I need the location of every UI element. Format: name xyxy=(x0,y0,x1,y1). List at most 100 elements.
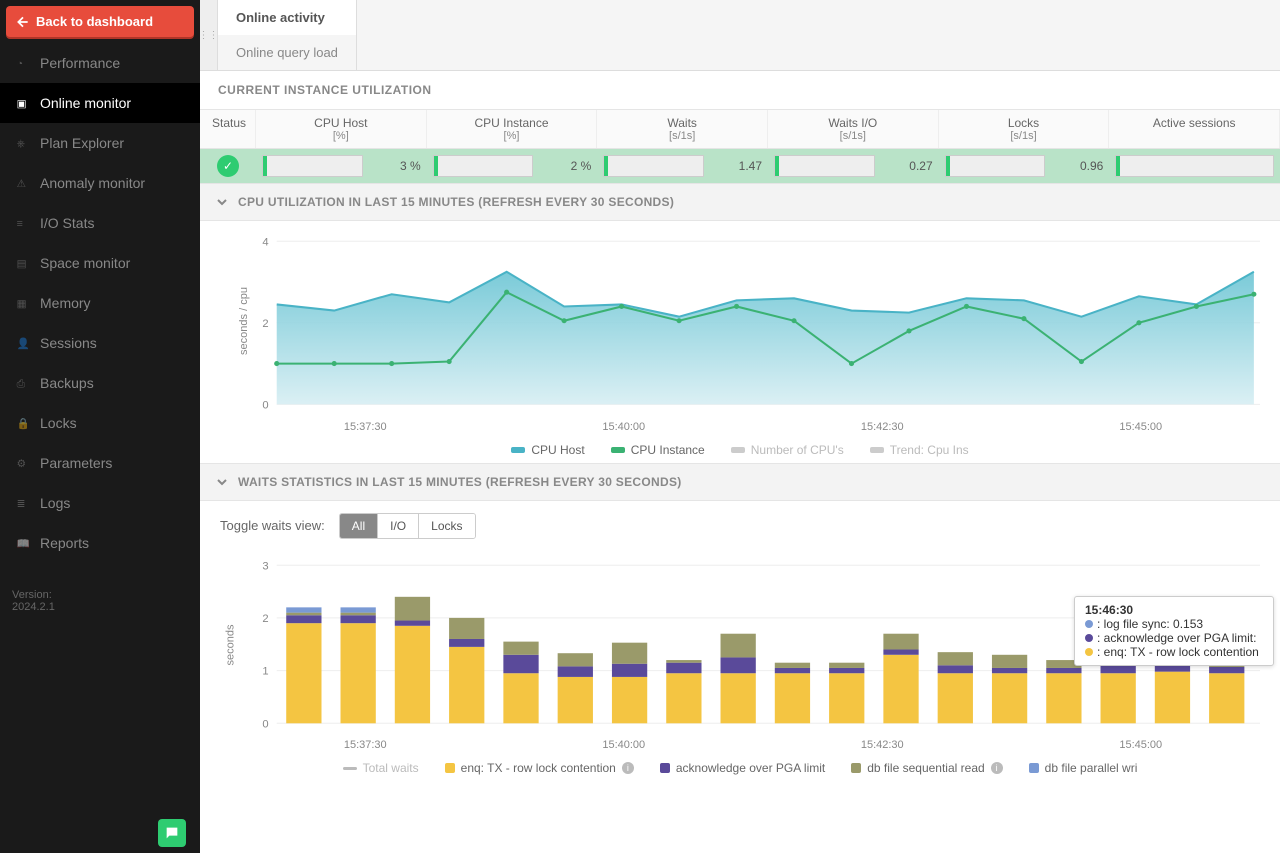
cpu-chart: seconds / cpu 024 xyxy=(200,221,1280,421)
sidebar-item-space-monitor[interactable]: ▤Space monitor xyxy=(0,243,200,283)
nav-icon: ⚠ xyxy=(14,175,30,191)
cpu-section-header[interactable]: CPU UTILIZATION IN LAST 15 MINUTES (REFR… xyxy=(200,183,1280,221)
legend-item[interactable]: CPU Host xyxy=(511,443,584,457)
svg-text:📖: 📖 xyxy=(17,538,30,550)
back-arrow-icon xyxy=(16,15,30,29)
legend-item[interactable]: acknowledge over PGA limit xyxy=(660,761,825,775)
legend-item[interactable]: db file sequential readi xyxy=(851,761,1002,775)
main-content: ⋮⋮ Online activityOnline query load CURR… xyxy=(200,0,1280,853)
waits-xticks: 15:37:3015:40:0015:42:3015:45:00 xyxy=(236,739,1270,751)
svg-text:👤: 👤 xyxy=(17,337,30,350)
waits-cell: 1.47 xyxy=(597,155,768,177)
util-header-cell: CPU Host[%] xyxy=(256,110,427,148)
chart-tooltip: 15:46:30 : log file sync: 0.153: acknowl… xyxy=(1074,596,1274,666)
chat-icon xyxy=(164,825,180,841)
util-header-row: StatusCPU Host[%]CPU Instance[%]Waits[s/… xyxy=(200,109,1280,149)
cpu-instance-cell: 2 % xyxy=(427,155,598,177)
cpu-host-cell: 3 % xyxy=(256,155,427,177)
util-header-cell: Active sessions xyxy=(1109,110,1280,148)
cpu-xticks: 15:37:3015:40:0015:42:3015:45:00 xyxy=(236,421,1270,433)
util-value-row: ✓ 3 % 2 % 1.47 0.27 0.96 xyxy=(200,149,1280,183)
waits-toggle-group: AllI/OLocks xyxy=(339,513,476,539)
util-header-cell: Status xyxy=(200,110,256,148)
nav-icon: ⎙ xyxy=(14,375,30,391)
status-ok-icon: ✓ xyxy=(217,155,239,177)
tab-bar: ⋮⋮ Online activityOnline query load xyxy=(200,0,1280,71)
tab-collapse-handle[interactable]: ⋮⋮ xyxy=(200,0,218,70)
sidebar-item-plan-explorer[interactable]: ⎈Plan Explorer xyxy=(0,123,200,163)
svg-text:⎈: ⎈ xyxy=(17,138,26,150)
waits-toggle-i-o[interactable]: I/O xyxy=(378,514,419,538)
nav-icon: ▤ xyxy=(14,255,30,271)
util-header-cell: CPU Instance[%] xyxy=(427,110,598,148)
svg-text:▦: ▦ xyxy=(17,298,27,310)
svg-text:⎙: ⎙ xyxy=(17,378,26,390)
svg-text:▣: ▣ xyxy=(17,98,27,110)
util-header-cell: Waits I/O[s/1s] xyxy=(768,110,939,148)
nav-icon: 📖 xyxy=(14,535,30,551)
waits-legend: Total waits enq: TX - row lock contention… xyxy=(200,751,1280,781)
svg-text:3: 3 xyxy=(262,560,268,572)
nav-icon: ⎈ xyxy=(14,135,30,151)
nav-icon: ⚙ xyxy=(14,455,30,471)
sidebar-item-reports[interactable]: 📖Reports xyxy=(0,523,200,563)
waits-io-cell: 0.27 xyxy=(768,155,939,177)
svg-text:◔: ◔ xyxy=(17,58,23,70)
svg-text:0: 0 xyxy=(262,718,268,730)
info-icon: i xyxy=(991,762,1003,774)
svg-text:⚠: ⚠ xyxy=(17,178,27,190)
legend-item[interactable]: CPU Instance xyxy=(611,443,705,457)
waits-toggle-all[interactable]: All xyxy=(340,514,378,538)
tab-online-activity[interactable]: Online activity xyxy=(218,0,357,35)
locks-cell: 0.96 xyxy=(939,155,1110,177)
svg-text:4: 4 xyxy=(262,236,268,248)
nav-icon: 👤 xyxy=(14,335,30,351)
svg-text:⚙: ⚙ xyxy=(17,458,27,470)
nav-icon: 🔒 xyxy=(14,415,30,431)
svg-text:🔒: 🔒 xyxy=(17,418,30,430)
waits-section-header[interactable]: WAITS STATISTICS IN LAST 15 MINUTES (REF… xyxy=(200,463,1280,501)
sidebar-item-sessions[interactable]: 👤Sessions xyxy=(0,323,200,363)
waits-toggle-locks[interactable]: Locks xyxy=(419,514,474,538)
sidebar-item-backups[interactable]: ⎙Backups xyxy=(0,363,200,403)
chevron-down-icon xyxy=(214,474,230,490)
sidebar-item-logs[interactable]: ≣Logs xyxy=(0,483,200,523)
legend-item[interactable]: Number of CPU's xyxy=(731,443,844,457)
sidebar-item-performance[interactable]: ◔Performance xyxy=(0,43,200,83)
nav-icon: ▦ xyxy=(14,295,30,311)
legend-item[interactable]: Trend: Cpu Ins xyxy=(870,443,969,457)
sidebar-item-memory[interactable]: ▦Memory xyxy=(0,283,200,323)
sidebar-item-online-monitor[interactable]: ▣Online monitor xyxy=(0,83,200,123)
version-info: Version: 2024.2.1 xyxy=(12,589,55,613)
cpu-legend: CPU Host CPU Instance Number of CPU's Trend… xyxy=(200,433,1280,463)
back-to-dashboard-button[interactable]: Back to dashboard xyxy=(6,6,194,37)
waits-toggle-label: Toggle waits view: xyxy=(220,518,325,533)
util-header-cell: Waits[s/1s] xyxy=(597,110,768,148)
current-util-title: CURRENT INSTANCE UTILIZATION xyxy=(200,71,1280,109)
legend-item[interactable]: db file parallel wri xyxy=(1029,761,1138,775)
svg-text:1: 1 xyxy=(262,665,268,677)
sidebar-item-i-o-stats[interactable]: ≡I/O Stats xyxy=(0,203,200,243)
chevron-down-icon xyxy=(214,194,230,210)
sidebar-item-anomaly-monitor[interactable]: ⚠Anomaly monitor xyxy=(0,163,200,203)
svg-text:≣: ≣ xyxy=(17,498,26,510)
legend-item[interactable]: Total waits xyxy=(343,761,419,775)
svg-text:2: 2 xyxy=(262,613,268,625)
svg-text:▤: ▤ xyxy=(17,258,27,270)
help-widget-button[interactable] xyxy=(158,819,186,847)
sidebar-item-locks[interactable]: 🔒Locks xyxy=(0,403,200,443)
nav-icon: ≣ xyxy=(14,495,30,511)
nav-icon: ≡ xyxy=(14,215,30,231)
active-sessions-cell xyxy=(1109,155,1280,177)
svg-text:2: 2 xyxy=(262,318,268,330)
sidebar: Back to dashboard ◔Performance▣Online mo… xyxy=(0,0,200,853)
svg-text:≡: ≡ xyxy=(17,218,23,230)
util-header-cell: Locks[s/1s] xyxy=(939,110,1110,148)
nav-icon: ◔ xyxy=(14,55,30,71)
tab-online-query-load[interactable]: Online query load xyxy=(218,35,357,70)
svg-text:0: 0 xyxy=(262,399,268,411)
info-icon: i xyxy=(622,762,634,774)
nav-icon: ▣ xyxy=(14,95,30,111)
sidebar-item-parameters[interactable]: ⚙Parameters xyxy=(0,443,200,483)
legend-item[interactable]: enq: TX - row lock contentioni xyxy=(445,761,634,775)
